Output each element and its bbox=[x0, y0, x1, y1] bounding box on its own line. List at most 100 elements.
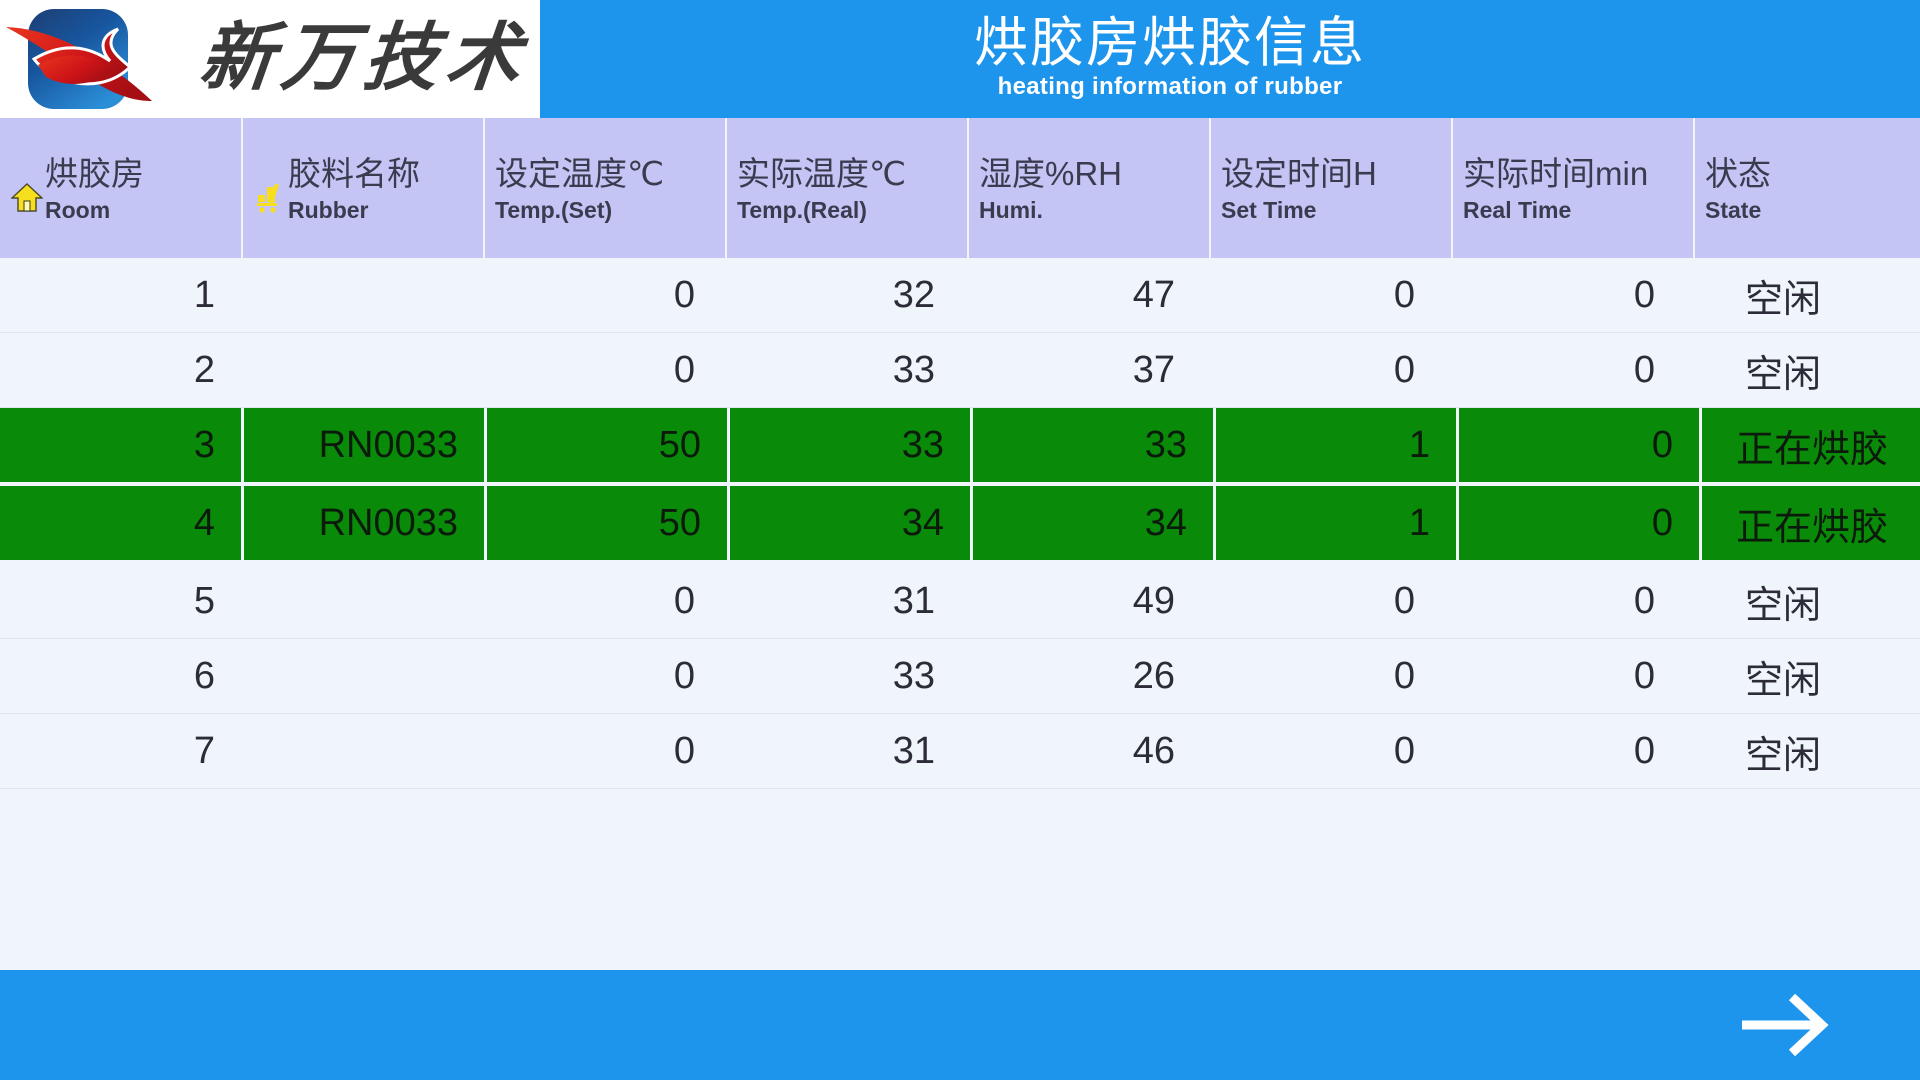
table-empty-space bbox=[0, 789, 1920, 970]
cell-state: 空闲 bbox=[1745, 584, 1822, 627]
cell-time_real: 0 bbox=[1459, 408, 1699, 482]
table-row[interactable]: 4 RN0033 50 34 34 1 0 正在烘胶 bbox=[0, 486, 1920, 561]
table-row[interactable]: 7 0 31 46 0 0 空闲 bbox=[0, 714, 1920, 789]
cell-temp_set: 50 bbox=[487, 486, 727, 560]
cell-rubber bbox=[241, 714, 481, 788]
column-header-humidity: 湿度%RH Humi. bbox=[969, 118, 1209, 258]
logo-area: 新万技术 bbox=[0, 0, 540, 118]
cell-state: 正在烘胶 bbox=[1702, 486, 1920, 560]
table-row[interactable]: 2 0 33 37 0 0 空闲 bbox=[0, 333, 1920, 408]
column-header-temp-set-cn: 设定温度℃ bbox=[495, 155, 665, 193]
table-row[interactable]: 3 RN0033 50 33 33 1 0 正在烘胶 bbox=[0, 408, 1920, 483]
column-header-humidity-cn: 湿度%RH bbox=[979, 155, 1123, 193]
cell-time_real: 0 bbox=[1633, 579, 1655, 622]
column-header-rubber-cn: 胶料名称 bbox=[288, 155, 420, 193]
home-icon bbox=[10, 181, 44, 213]
cell-humi: 46 bbox=[1132, 729, 1175, 772]
company-logo-mark-icon bbox=[6, 5, 196, 113]
cell-state: 空闲 bbox=[1745, 659, 1822, 702]
page-title-area: 烘胶房烘胶信息 heating information of rubber bbox=[540, 0, 1920, 118]
cell-temp_real: 31 bbox=[892, 729, 935, 772]
cell-room: 5 bbox=[193, 579, 215, 622]
cell-temp_real: 34 bbox=[730, 486, 970, 560]
cell-temp_set: 0 bbox=[673, 654, 695, 697]
table-row[interactable]: 6 0 33 26 0 0 空闲 bbox=[0, 639, 1920, 714]
cell-rubber bbox=[241, 564, 481, 638]
column-header-set-time: 设定时间H Set Time bbox=[1211, 118, 1451, 258]
table-body: 1 0 32 47 0 0 空闲 2 0 33 37 0 0 空闲 3 RN0033 50 33 33 1 0 正在烘胶 4… bbox=[0, 258, 1920, 789]
cart-icon bbox=[253, 181, 287, 213]
cell-time_real: 0 bbox=[1459, 486, 1699, 560]
column-header-temp-real-en: Temp.(Real) bbox=[737, 197, 867, 224]
brand-text: 新万技术 bbox=[195, 18, 533, 100]
cell-temp_set: 50 bbox=[487, 408, 727, 482]
cell-room: 7 bbox=[193, 729, 215, 772]
cell-humi: 49 bbox=[1132, 579, 1175, 622]
column-header-temp-real: 实际温度℃ Temp.(Real) bbox=[727, 118, 967, 258]
cell-time_real: 0 bbox=[1633, 729, 1655, 772]
cell-rubber bbox=[241, 639, 481, 713]
next-page-button[interactable] bbox=[1736, 989, 1832, 1061]
cell-temp_set: 0 bbox=[673, 273, 695, 316]
column-header-rubber-en: Rubber bbox=[288, 197, 369, 224]
cell-time_real: 0 bbox=[1633, 654, 1655, 697]
app-root: 新万技术 烘胶房烘胶信息 heating information of rubb… bbox=[0, 0, 1920, 1080]
cell-temp_set: 0 bbox=[673, 348, 695, 391]
column-header-room: 烘胶房 Room bbox=[0, 118, 241, 258]
cell-humi: 47 bbox=[1132, 273, 1175, 316]
cell-time_set: 1 bbox=[1216, 486, 1456, 560]
cell-humi: 37 bbox=[1132, 348, 1175, 391]
cell-rubber: RN0033 bbox=[244, 408, 484, 482]
cell-temp_real: 33 bbox=[892, 654, 935, 697]
column-header-state: 状态 State bbox=[1695, 118, 1920, 258]
column-header-real-time: 实际时间min Real Time bbox=[1453, 118, 1693, 258]
column-header-state-en: State bbox=[1705, 197, 1762, 224]
cell-humi: 26 bbox=[1132, 654, 1175, 697]
cell-temp_real: 33 bbox=[892, 348, 935, 391]
column-header-set-time-cn: 设定时间H bbox=[1221, 155, 1377, 193]
column-header-temp-real-cn: 实际温度℃ bbox=[737, 155, 907, 193]
cell-state: 空闲 bbox=[1745, 353, 1822, 396]
cell-temp_set: 0 bbox=[673, 729, 695, 772]
page-subtitle: heating information of rubber bbox=[997, 73, 1343, 101]
cell-temp_set: 0 bbox=[673, 579, 695, 622]
cell-humi: 34 bbox=[973, 486, 1213, 560]
cell-state: 空闲 bbox=[1745, 734, 1822, 777]
cell-rubber: RN0033 bbox=[244, 486, 484, 560]
column-header-temp-set: 设定温度℃ Temp.(Set) bbox=[485, 118, 725, 258]
table-row[interactable]: 1 0 32 47 0 0 空闲 bbox=[0, 258, 1920, 333]
column-header-real-time-cn: 实际时间min bbox=[1463, 155, 1649, 193]
cell-rubber bbox=[241, 258, 481, 332]
cell-humi: 33 bbox=[973, 408, 1213, 482]
cell-state: 正在烘胶 bbox=[1702, 408, 1920, 482]
cell-time_real: 0 bbox=[1633, 348, 1655, 391]
cell-temp_real: 32 bbox=[892, 273, 935, 316]
page-title: 烘胶房烘胶信息 bbox=[974, 12, 1366, 73]
cell-room: 3 bbox=[0, 408, 241, 482]
cell-rubber bbox=[241, 333, 481, 407]
cell-temp_real: 31 bbox=[892, 579, 935, 622]
column-header-set-time-en: Set Time bbox=[1221, 197, 1317, 224]
arrow-right-icon bbox=[1736, 989, 1832, 1061]
cell-room: 6 bbox=[193, 654, 215, 697]
cell-time_set: 0 bbox=[1393, 654, 1415, 697]
column-header-real-time-en: Real Time bbox=[1463, 197, 1572, 224]
cell-time_set: 0 bbox=[1393, 273, 1415, 316]
cell-room: 4 bbox=[0, 486, 241, 560]
cell-time_set: 0 bbox=[1393, 579, 1415, 622]
cell-temp_real: 33 bbox=[730, 408, 970, 482]
cell-time_set: 0 bbox=[1393, 729, 1415, 772]
cell-room: 2 bbox=[193, 348, 215, 391]
cell-time_set: 0 bbox=[1393, 348, 1415, 391]
table-header-row: 烘胶房 Room 胶料名称 Rubber 设定温度℃ Temp.(Set) 实际… bbox=[0, 118, 1920, 258]
column-header-room-cn: 烘胶房 bbox=[45, 155, 144, 193]
cell-time_real: 0 bbox=[1633, 273, 1655, 316]
column-header-humidity-en: Humi. bbox=[979, 197, 1043, 224]
column-header-state-cn: 状态 bbox=[1705, 155, 1771, 193]
column-header-room-en: Room bbox=[45, 197, 111, 224]
column-header-rubber: 胶料名称 Rubber bbox=[243, 118, 483, 258]
info-table: 烘胶房 Room 胶料名称 Rubber 设定温度℃ Temp.(Set) 实际… bbox=[0, 118, 1920, 970]
page-header: 新万技术 烘胶房烘胶信息 heating information of rubb… bbox=[0, 0, 1920, 118]
column-header-temp-set-en: Temp.(Set) bbox=[495, 197, 613, 224]
table-row[interactable]: 5 0 31 49 0 0 空闲 bbox=[0, 564, 1920, 639]
